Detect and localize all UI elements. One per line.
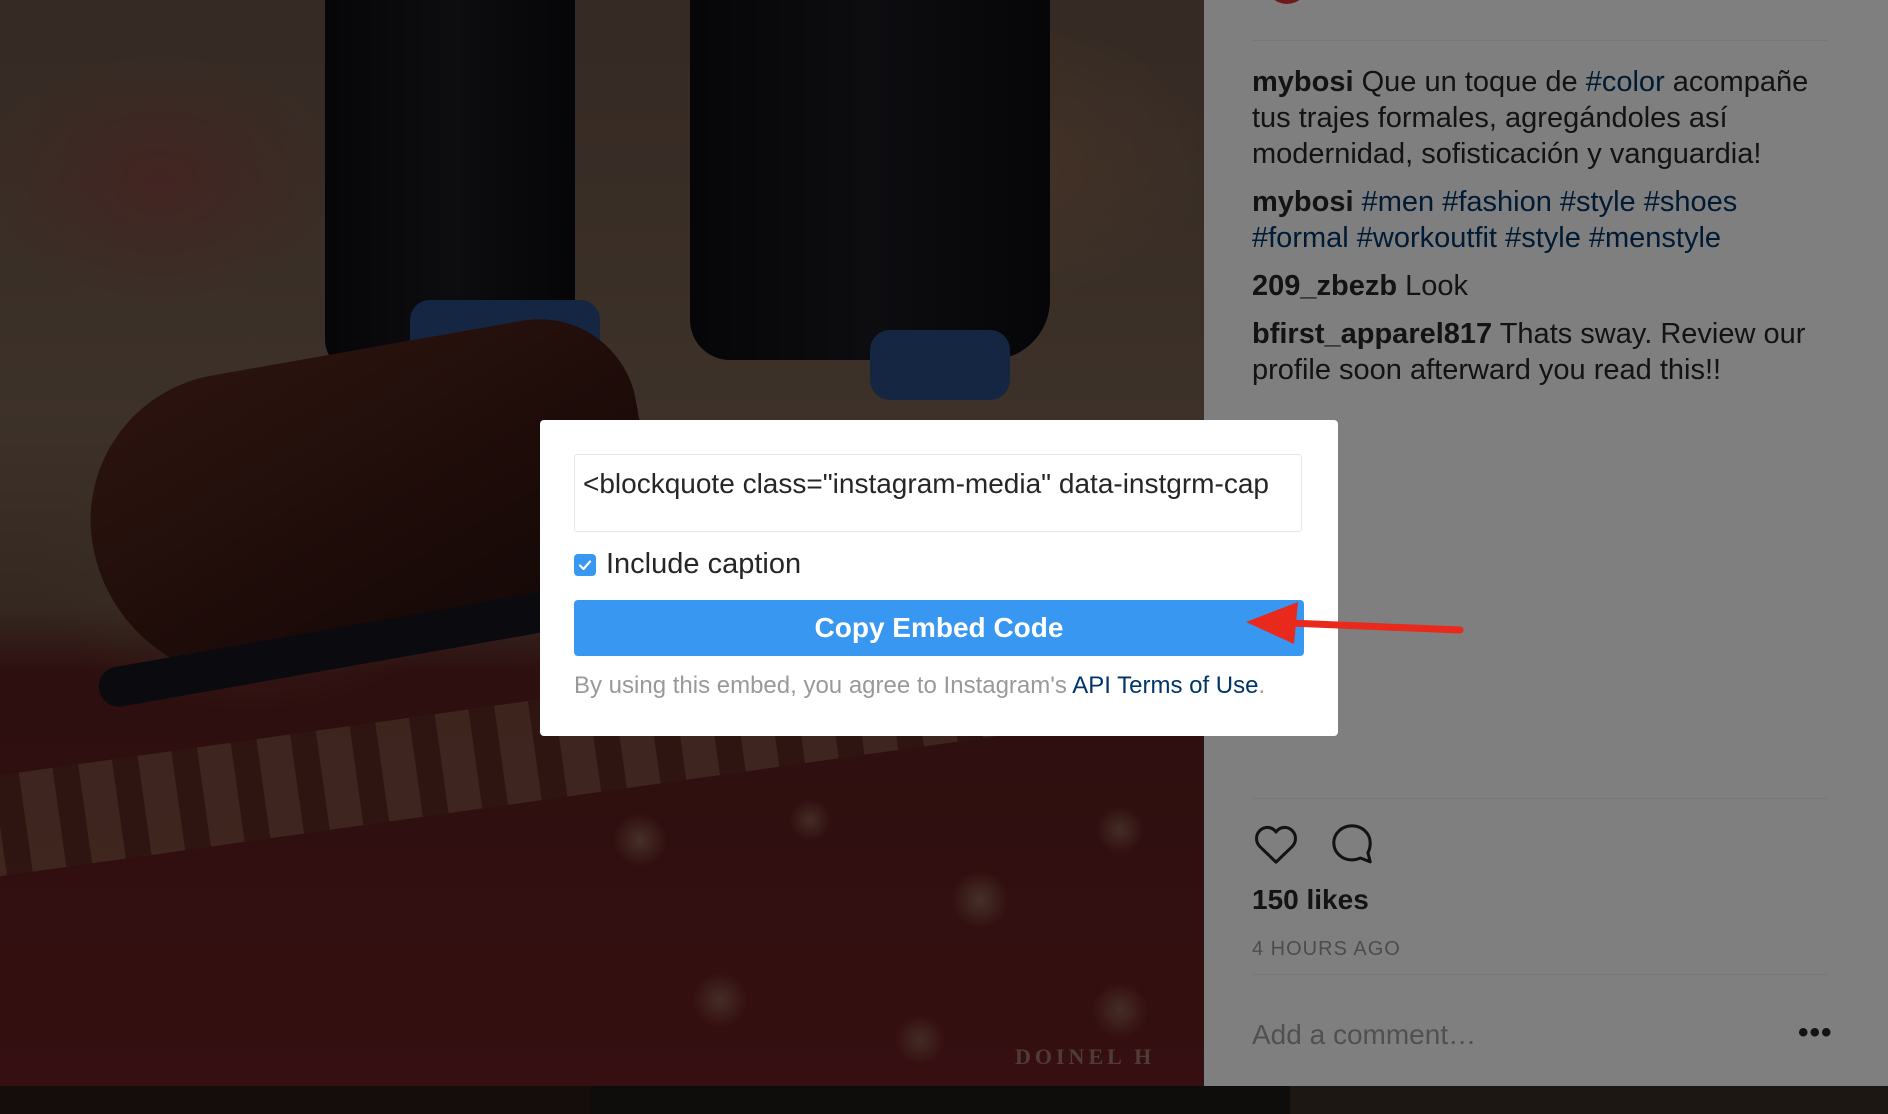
include-caption-toggle[interactable]: Include caption [574, 548, 801, 581]
annotation-arrow-icon [1246, 602, 1464, 644]
terms-notice: By using this embed, you agree to Instag… [574, 672, 1266, 699]
api-terms-link[interactable]: API Terms of Use [1072, 672, 1258, 699]
include-caption-label: Include caption [606, 548, 802, 580]
checkbox-checked-icon[interactable] [574, 553, 596, 576]
embed-dialog: <blockquote class="instagram-media" data… [540, 420, 1338, 736]
copy-embed-code-button[interactable]: Copy Embed Code [574, 600, 1304, 656]
embed-code-field[interactable]: <blockquote class="instagram-media" data… [574, 454, 1302, 532]
